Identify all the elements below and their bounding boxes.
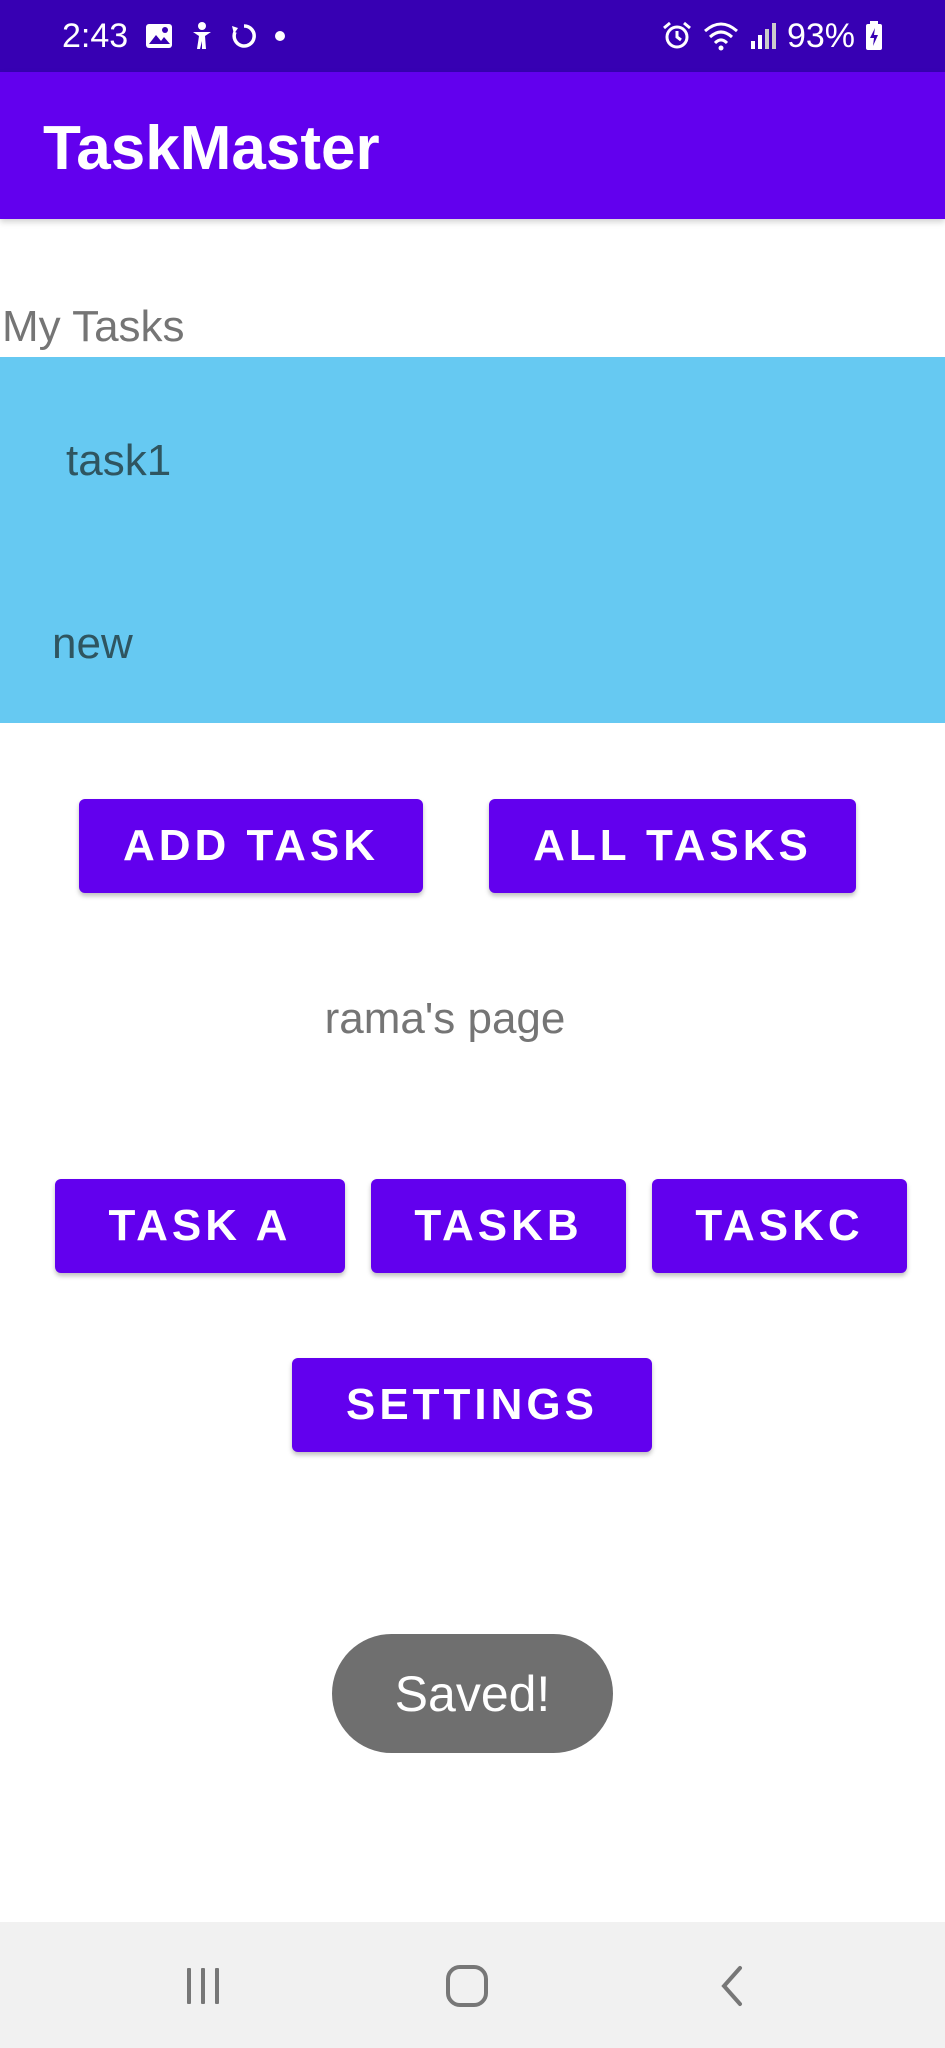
image-icon [144,22,174,50]
all-tasks-button[interactable]: ALL TASKS [489,799,856,893]
battery-level: 93% [786,17,855,55]
task-b-button[interactable]: TASKB [371,1179,626,1273]
app-bar: TaskMaster [0,72,945,219]
settings-button[interactable]: SETTINGS [292,1358,652,1452]
app-title: TaskMaster [43,114,380,183]
my-tasks-heading: My Tasks [2,302,185,351]
task-a-button[interactable]: TASK A [55,1179,345,1273]
recents-icon[interactable] [171,1954,235,2018]
accessibility-icon [188,21,216,51]
status-bar: 2:43 93% [0,0,945,72]
task-list[interactable]: task1 new [0,357,945,723]
task-c-button[interactable]: TASKC [652,1179,907,1273]
list-item[interactable]: new [52,617,133,671]
signal-icon [749,21,777,51]
page-owner-label: rama's page [324,994,566,1043]
back-icon[interactable] [700,1954,764,2018]
status-icons-left [144,18,288,54]
battery-icon [865,21,883,51]
status-time: 2:43 [62,17,129,55]
sync-icon [230,22,258,50]
add-task-button[interactable]: ADD TASK [79,799,423,893]
dot-icon [272,28,288,44]
home-icon[interactable] [435,1954,499,2018]
alarm-icon [661,20,693,52]
toast-message: Saved! [332,1634,613,1753]
list-item[interactable]: task1 [66,434,171,488]
status-icons-right: 93% [661,16,883,56]
system-nav-bar [0,1922,945,2048]
wifi-icon [703,21,739,51]
